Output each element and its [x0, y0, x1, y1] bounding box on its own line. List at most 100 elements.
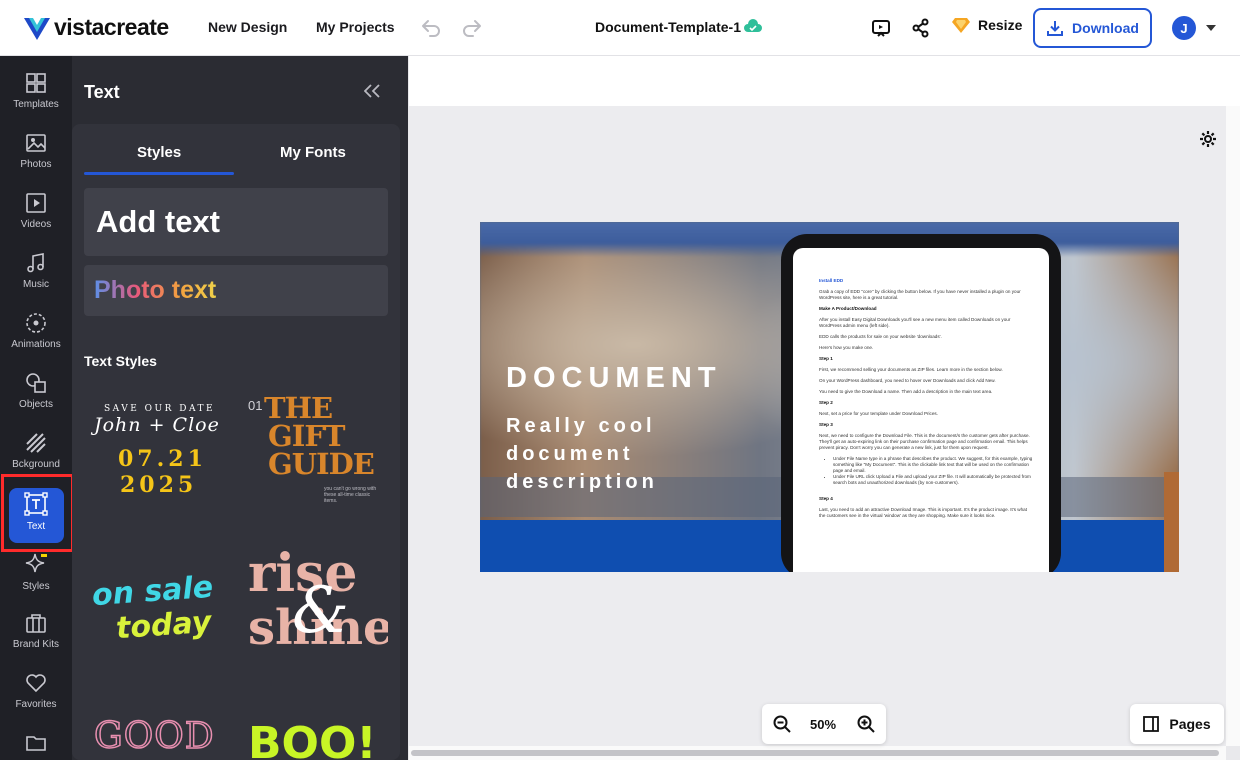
- pages-label: Pages: [1169, 716, 1211, 732]
- present-icon[interactable]: [870, 17, 892, 39]
- download-icon: [1047, 21, 1064, 36]
- collapse-panel-icon[interactable]: [364, 84, 380, 98]
- text-style-good-vibes[interactable]: GOOD: [84, 710, 232, 760]
- style-line: today: [114, 604, 213, 647]
- brand-name: vistacreate: [54, 14, 169, 40]
- rail-label: Bckground: [12, 459, 60, 470]
- rail-item-templates[interactable]: Templates: [0, 64, 72, 124]
- rail-item-folder[interactable]: [0, 724, 72, 760]
- style-line: SAVE OUR DATE: [104, 404, 216, 414]
- document-title[interactable]: Document-Template-1: [595, 19, 741, 35]
- rail-item-text[interactable]: Text: [0, 484, 72, 544]
- music-icon: [27, 253, 44, 273]
- canvas-top-strip: [409, 56, 1240, 106]
- doc-paragraph: On your WordPress dashboard, you need to…: [819, 378, 996, 383]
- vistacreate-logo-icon: [24, 17, 50, 40]
- brand-logo[interactable]: vistacreate: [24, 14, 169, 41]
- rail-item-background[interactable]: Bckground: [0, 424, 72, 484]
- objects-icon: [26, 373, 46, 393]
- doc-bullet: Under File Name type in a phrase that de…: [833, 456, 1033, 474]
- text-styles-heading: Text Styles: [84, 353, 157, 369]
- style-line: THE: [264, 391, 333, 425]
- resize-label: Resize: [978, 17, 1023, 33]
- doc-paragraph: Last, you need to add an attractive Down…: [819, 507, 1027, 518]
- pages-button[interactable]: Pages: [1130, 704, 1224, 744]
- doc-paragraph: You need to give the Download a name. Th…: [819, 389, 993, 394]
- vertical-scrollbar[interactable]: [1226, 106, 1240, 746]
- style-line: BOO!: [248, 718, 377, 760]
- design-subtitle[interactable]: Really cool document description: [506, 412, 736, 496]
- animation-icon: [26, 313, 46, 333]
- style-line: &: [292, 574, 349, 648]
- doc-subheading: Step 4: [819, 496, 833, 501]
- rail-item-favorites[interactable]: Favorites: [0, 664, 72, 724]
- doc-heading: Install EDD: [819, 278, 844, 283]
- text-style-boo[interactable]: BOO!: [240, 710, 388, 760]
- nav-new-design[interactable]: New Design: [208, 19, 287, 35]
- rail-label: Music: [22, 279, 50, 290]
- rail-item-music[interactable]: Music: [0, 244, 72, 304]
- text-style-save-the-date[interactable]: SAVE OUR DATE John + Cloe 07.21 2025: [84, 386, 232, 528]
- rail-label: Videos: [20, 219, 52, 230]
- text-style-gift-guide[interactable]: 01 THE GIFT GUIDE you can't go wrong wit…: [240, 386, 388, 528]
- gear-icon[interactable]: [1199, 130, 1217, 148]
- rail-label: Templates: [13, 99, 59, 110]
- zoom-in-icon[interactable]: [856, 714, 876, 734]
- rail-label: Favorites: [15, 699, 57, 710]
- tablet-mockup[interactable]: Install EDD Grab a copy of EDD "core" by…: [781, 234, 1061, 572]
- download-button[interactable]: Download: [1033, 8, 1152, 48]
- photo-text-button[interactable]: Photo text: [84, 265, 388, 316]
- scroll-thumb[interactable]: [411, 750, 1219, 756]
- doc-paragraph: First, we recommend selling your documen…: [819, 367, 1003, 372]
- text-icon: [24, 492, 48, 516]
- background-icon: [26, 433, 46, 453]
- zoom-out-icon[interactable]: [772, 714, 792, 734]
- design-canvas[interactable]: DOCUMENT Really cool document descriptio…: [480, 222, 1179, 572]
- rail-label: Photos: [20, 159, 52, 170]
- resize-button[interactable]: Resize: [952, 17, 1022, 33]
- wood-edge: [1164, 472, 1179, 572]
- rail-item-brand-kits[interactable]: Brand Kits: [0, 604, 72, 664]
- diamond-icon: [952, 18, 970, 33]
- avatar[interactable]: J: [1172, 16, 1196, 40]
- zoom-control: 50%: [762, 704, 886, 744]
- rail-item-animations[interactable]: Animations: [0, 304, 72, 364]
- text-panel: Text Styles My Fonts Add text Photo text…: [72, 56, 408, 760]
- undo-icon[interactable]: [420, 18, 442, 38]
- horizontal-scrollbar[interactable]: [409, 746, 1226, 760]
- share-icon[interactable]: [910, 17, 932, 39]
- doc-paragraph: Next, we need to configure the Download …: [819, 433, 1030, 450]
- photo-text-label: Photo text: [94, 276, 217, 304]
- doc-paragraph: After you install Easy Digital Downloads…: [819, 317, 1011, 328]
- doc-paragraph: EDD calls the products for sale on your …: [819, 334, 942, 339]
- style-line: GUIDE: [268, 447, 375, 481]
- sparkle-icon: [25, 553, 47, 573]
- rail-item-videos[interactable]: Videos: [0, 184, 72, 244]
- pages-icon: [1143, 716, 1160, 732]
- left-rail: Templates Photos Videos Music Animations…: [0, 56, 72, 760]
- design-headline[interactable]: DOCUMENT: [506, 362, 722, 395]
- rail-item-photos[interactable]: Photos: [0, 124, 72, 184]
- folder-icon: [26, 736, 46, 751]
- panel-content: Styles My Fonts Add text Photo text Text…: [72, 124, 400, 760]
- tab-my-fonts[interactable]: My Fonts: [280, 144, 346, 161]
- rail-item-styles[interactable]: Styles: [0, 544, 72, 604]
- rail-label: Objects: [19, 399, 53, 410]
- style-line: 01: [248, 398, 263, 413]
- add-text-button[interactable]: Add text: [84, 188, 388, 256]
- heart-icon: [26, 674, 46, 693]
- rail-item-objects[interactable]: Objects: [0, 364, 72, 424]
- tab-styles[interactable]: Styles: [137, 144, 181, 161]
- zoom-level[interactable]: 50%: [810, 717, 836, 732]
- doc-paragraph: Grab a copy of EDD "core" by clicking th…: [819, 289, 1021, 300]
- video-icon: [26, 193, 46, 213]
- redo-icon[interactable]: [461, 18, 483, 38]
- style-line: 07.21: [118, 446, 207, 472]
- text-style-rise-shine[interactable]: rise shine &: [240, 544, 388, 686]
- style-line: GIFT: [268, 419, 346, 453]
- doc-subheading: Step 2: [819, 400, 833, 405]
- text-style-on-sale[interactable]: on sale today: [84, 544, 232, 686]
- nav-my-projects[interactable]: My Projects: [316, 19, 395, 35]
- chevron-down-icon[interactable]: [1206, 25, 1216, 31]
- doc-subheading: Make A Product/Download: [819, 306, 877, 311]
